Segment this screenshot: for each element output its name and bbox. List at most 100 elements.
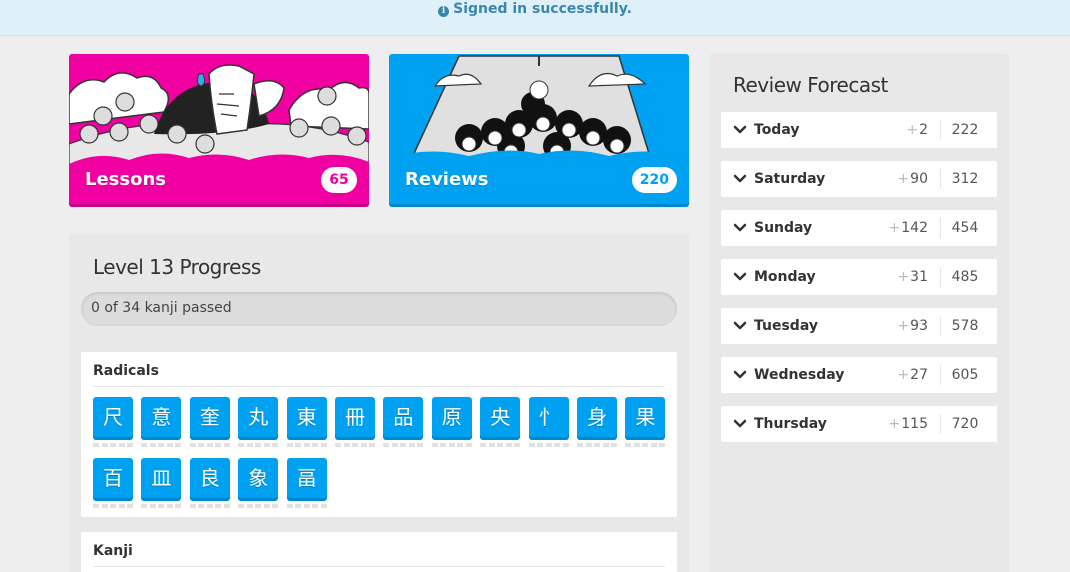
srs-stage-indicator — [93, 443, 133, 447]
srs-stage-indicator — [141, 504, 182, 508]
forecast-day: Thursday — [754, 416, 827, 432]
srs-stage-indicator — [528, 443, 569, 447]
plus-icon: + — [888, 220, 901, 236]
radicals-section: Radicals 尺意奎丸東冊品原央忄身果百⽫良象畐 — [81, 352, 677, 517]
radicals-divider — [93, 386, 665, 387]
radical-tile[interactable]: 百 — [93, 458, 133, 511]
radical-tile[interactable]: 良 — [189, 458, 230, 511]
kanji-section: Kanji — [81, 532, 677, 572]
lessons-count-badge: 65 — [321, 167, 357, 193]
srs-stage-indicator — [480, 443, 521, 447]
radical-tile[interactable]: ⽫ — [141, 458, 182, 511]
forecast-new-count: 115 — [901, 416, 928, 432]
srs-stage-indicator — [93, 504, 133, 508]
radical-tile[interactable]: 象 — [238, 458, 279, 511]
forecast-new-reviews: +2 — [906, 122, 928, 138]
radical-tile[interactable]: 丸 — [238, 397, 279, 450]
radical-tile[interactable]: 尺 — [93, 397, 133, 450]
radical-character: 忄 — [528, 397, 569, 437]
lessons-card[interactable]: Lessons 65 — [69, 54, 369, 204]
radical-tile[interactable]: 果 — [625, 397, 666, 450]
chevron-down-icon — [733, 174, 747, 183]
radical-character: 良 — [189, 458, 230, 498]
forecast-new-count: 90 — [910, 171, 928, 187]
forecast-total-reviews: 454 — [951, 220, 979, 236]
forecast-day: Saturday — [754, 171, 826, 187]
srs-stage-indicator — [189, 504, 230, 508]
level-progress-panel: Level 13 Progress 0 of 34 kanji passed R… — [69, 234, 689, 572]
srs-stage-indicator — [577, 443, 617, 447]
radical-tile[interactable]: 意 — [141, 397, 182, 450]
srs-stage-indicator — [141, 443, 182, 447]
flash-alert: i Signed in successfully. — [0, 0, 1070, 36]
lessons-label: Lessons — [85, 169, 166, 190]
radical-character: 畐 — [286, 458, 327, 498]
reviews-card[interactable]: Reviews 220 — [389, 54, 689, 204]
radical-character: 奎 — [189, 397, 230, 437]
forecast-total-reviews: 312 — [951, 171, 979, 187]
srs-stage-indicator — [625, 443, 666, 447]
srs-stage-indicator — [383, 443, 424, 447]
forecast-day: Sunday — [754, 220, 813, 236]
forecast-total-reviews: 485 — [951, 269, 979, 285]
radical-tile[interactable]: 原 — [431, 397, 472, 450]
forecast-total-reviews: 605 — [951, 367, 979, 383]
plus-icon: + — [906, 122, 919, 138]
radical-character: 原 — [431, 397, 472, 437]
radical-character: 果 — [625, 397, 666, 437]
radical-character: 象 — [238, 458, 279, 498]
forecast-day: Tuesday — [754, 318, 818, 334]
forecast-row-today[interactable]: Today +2 222 — [721, 112, 997, 148]
radical-tile[interactable]: 品 — [383, 397, 424, 450]
flash-alert-text: Signed in successfully. — [453, 1, 632, 17]
radical-tile[interactable]: 畐 — [286, 458, 327, 511]
forecast-day: Wednesday — [754, 367, 845, 383]
forecast-row-saturday[interactable]: Saturday +90 312 — [721, 161, 997, 197]
srs-stage-indicator — [189, 443, 230, 447]
forecast-row-monday[interactable]: Monday +31 485 — [721, 259, 997, 295]
forecast-new-reviews: +31 — [897, 269, 928, 285]
forecast-new-count: 142 — [901, 220, 928, 236]
forecast-new-count: 93 — [910, 318, 928, 334]
forecast-total-reviews: 578 — [951, 318, 979, 334]
forecast-row-thursday[interactable]: Thursday +115 720 — [721, 406, 997, 442]
kanji-progress-text: 0 of 34 kanji passed — [91, 300, 232, 316]
chevron-down-icon — [733, 419, 747, 428]
forecast-row-sunday[interactable]: Sunday +142 454 — [721, 210, 997, 246]
radical-character: ⽫ — [141, 458, 182, 498]
forecast-new-count: 31 — [910, 269, 928, 285]
radical-character: 意 — [141, 397, 182, 437]
forecast-day: Today — [754, 122, 800, 138]
plus-icon: + — [888, 416, 901, 432]
radical-tile[interactable]: 東 — [286, 397, 327, 450]
plus-icon: + — [897, 318, 910, 334]
forecast-new-reviews: +27 — [897, 367, 928, 383]
radical-character: 品 — [383, 397, 424, 437]
kanji-progress-bar: 0 of 34 kanji passed — [81, 292, 677, 326]
reviews-label: Reviews — [405, 169, 489, 190]
forecast-total-reviews: 720 — [951, 416, 979, 432]
chevron-down-icon — [733, 223, 747, 232]
radicals-heading: Radicals — [93, 363, 159, 379]
forecast-total-reviews: 222 — [951, 122, 979, 138]
radical-character: 東 — [286, 397, 327, 437]
plus-icon: + — [897, 367, 910, 383]
forecast-row-wednesday[interactable]: Wednesday +27 605 — [721, 357, 997, 393]
srs-stage-indicator — [431, 443, 472, 447]
srs-stage-indicator — [238, 504, 279, 508]
forecast-new-reviews: +142 — [889, 220, 928, 236]
srs-stage-indicator — [286, 504, 327, 508]
review-forecast-panel: Review Forecast Today +2 222 Saturday +90 312… — [709, 54, 1009, 572]
srs-stage-indicator — [286, 443, 327, 447]
radical-tile[interactable]: 身 — [577, 397, 617, 450]
radical-tile[interactable]: 忄 — [528, 397, 569, 450]
forecast-row-tuesday[interactable]: Tuesday +93 578 — [721, 308, 997, 344]
info-icon: i — [438, 6, 450, 17]
forecast-new-count: 2 — [919, 122, 928, 138]
chevron-down-icon — [733, 370, 747, 379]
radical-tile[interactable]: 央 — [480, 397, 521, 450]
radical-tile[interactable]: 奎 — [189, 397, 230, 450]
plus-icon: + — [897, 269, 910, 285]
radical-tile[interactable]: 冊 — [335, 397, 375, 450]
forecast-new-count: 27 — [910, 367, 928, 383]
